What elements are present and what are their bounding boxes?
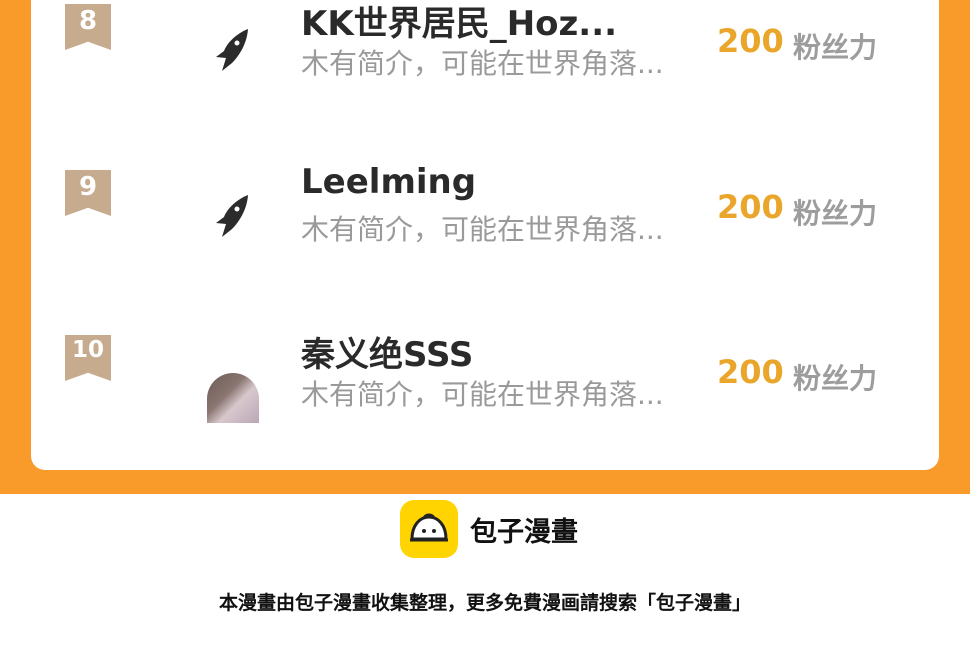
fan-score: 200 (717, 353, 784, 391)
avatar[interactable] (207, 190, 261, 244)
fox-logo-icon (216, 29, 248, 71)
user-name[interactable]: 秦义绝SSS (301, 327, 721, 376)
fan-score: 200 (717, 22, 784, 60)
brand-name: 包子漫畫 (470, 516, 578, 548)
ranking-row[interactable]: 9 Leelming 木有简介，可能在世界角落... 200 粉丝力 (31, 162, 939, 270)
ranking-panel-background: 8 KK世界居民_Hoz... 木有简介，可能在世界角落... 200 粉丝力 … (0, 0, 970, 494)
rank-badge: 8 (65, 4, 111, 50)
avatar[interactable] (207, 373, 259, 423)
ranking-row[interactable]: 10 秦义绝SSS 木有简介，可能在世界角落... 200 粉丝力 (31, 335, 939, 435)
ranking-card: 8 KK世界居民_Hoz... 木有简介，可能在世界角落... 200 粉丝力 … (31, 0, 939, 470)
user-bio: 木有简介，可能在世界角落... (301, 213, 664, 246)
rank-badge: 10 (65, 335, 111, 381)
fan-score-unit: 粉丝力 (793, 31, 878, 64)
ranking-row[interactable]: 8 KK世界居民_Hoz... 木有简介，可能在世界角落... 200 粉丝力 (31, 4, 939, 104)
avatar[interactable] (207, 24, 261, 78)
brand-logo[interactable] (400, 500, 458, 558)
fan-score-unit: 粉丝力 (793, 362, 878, 395)
fan-score: 200 (717, 188, 784, 226)
footer-note: 本漫畫由包子漫畫收集整理，更多免費漫画請搜索「包子漫畫」 (218, 592, 751, 614)
user-name[interactable]: Leelming (301, 162, 721, 202)
user-photo (207, 373, 259, 423)
brand-logo-row[interactable]: 包子漫畫 (400, 499, 578, 559)
fox-logo-icon (216, 195, 248, 237)
user-name[interactable]: KK世界居民_Hoz... (301, 0, 721, 45)
bun-logo-icon (410, 513, 448, 542)
user-bio: 木有简介，可能在世界角落... (301, 378, 664, 411)
fan-score-unit: 粉丝力 (793, 197, 878, 230)
rank-badge: 9 (65, 170, 111, 216)
user-bio: 木有简介，可能在世界角落... (301, 47, 664, 80)
